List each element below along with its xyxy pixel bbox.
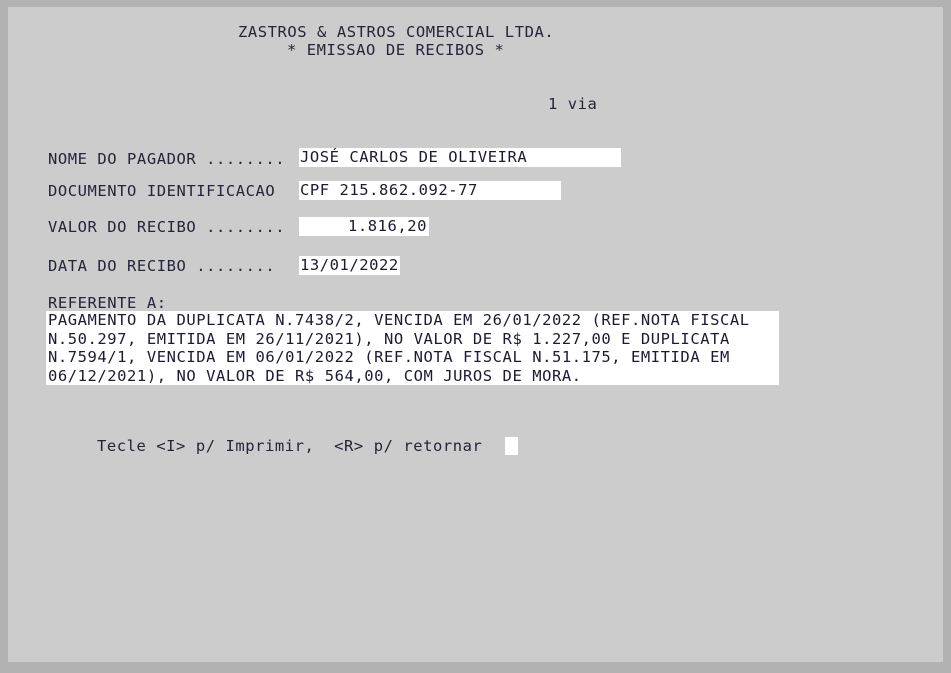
label-valor-do-recibo: VALOR DO RECIBO ........ [48, 218, 286, 236]
label-documento-identificacao: DOCUMENTO IDENTIFICACAO [48, 182, 276, 200]
screen-title: * EMISSAO DE RECIBOS * [287, 41, 505, 59]
input-data-do-recibo[interactable]: 13/01/2022 [299, 256, 400, 275]
label-data-do-recibo: DATA DO RECIBO ........ [48, 257, 276, 275]
terminal-window: ZASTROS & ASTROS COMERCIAL LTDA. * EMISS… [0, 0, 951, 673]
input-nome-do-pagador[interactable]: JOSÉ CARLOS DE OLIVEIRA [299, 148, 621, 167]
company-title: ZASTROS & ASTROS COMERCIAL LTDA. [238, 23, 555, 41]
footer-prompt: Tecle <I> p/ Imprimir, <R> p/ retornar [97, 437, 483, 455]
label-referente-a: REFERENTE A: [48, 294, 167, 312]
block-cursor [505, 437, 518, 455]
input-valor-do-recibo[interactable]: 1.816,20 [299, 217, 429, 236]
label-nome-do-pagador: NOME DO PAGADOR ........ [48, 150, 286, 168]
input-referente-a[interactable]: PAGAMENTO DA DUPLICATA N.7438/2, VENCIDA… [46, 311, 779, 385]
via-label: 1 via [548, 95, 598, 113]
terminal-screen: ZASTROS & ASTROS COMERCIAL LTDA. * EMISS… [8, 7, 943, 662]
input-documento-identificacao[interactable]: CPF 215.862.092-77 [299, 181, 561, 200]
